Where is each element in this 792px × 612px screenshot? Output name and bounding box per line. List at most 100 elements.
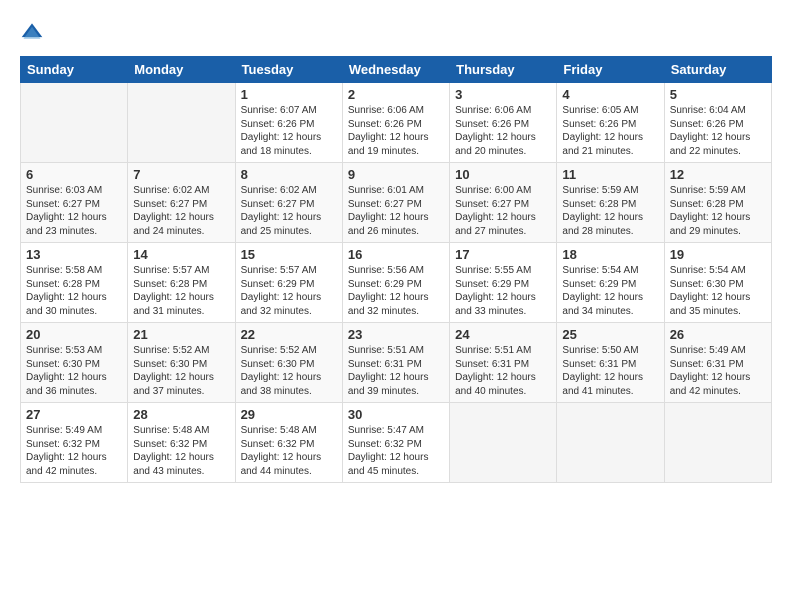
day-info: Sunrise: 5:59 AMSunset: 6:28 PMDaylight:…	[670, 184, 766, 238]
day-info: Sunrise: 6:04 AMSunset: 6:26 PMDaylight:…	[670, 104, 766, 158]
day-cell: 27 Sunrise: 5:49 AMSunset: 6:32 PMDayligh…	[21, 403, 128, 483]
day-cell: 12 Sunrise: 5:59 AMSunset: 6:28 PMDayligh…	[664, 163, 771, 243]
day-cell: 13 Sunrise: 5:58 AMSunset: 6:28 PMDayligh…	[21, 243, 128, 323]
day-info: Sunrise: 6:01 AMSunset: 6:27 PMDaylight:…	[348, 184, 444, 238]
day-cell: 18 Sunrise: 5:54 AMSunset: 6:29 PMDayligh…	[557, 243, 664, 323]
day-cell: 23 Sunrise: 5:51 AMSunset: 6:31 PMDayligh…	[342, 323, 449, 403]
day-number: 28	[133, 407, 229, 422]
day-info: Sunrise: 6:02 AMSunset: 6:27 PMDaylight:…	[133, 184, 229, 238]
day-cell: 2 Sunrise: 6:06 AMSunset: 6:26 PMDaylight…	[342, 83, 449, 163]
day-number: 17	[455, 247, 551, 262]
day-number: 9	[348, 167, 444, 182]
day-info: Sunrise: 5:49 AMSunset: 6:31 PMDaylight:…	[670, 344, 766, 398]
day-cell: 7 Sunrise: 6:02 AMSunset: 6:27 PMDaylight…	[128, 163, 235, 243]
day-number: 20	[26, 327, 122, 342]
col-header-monday: Monday	[128, 57, 235, 83]
day-cell: 5 Sunrise: 6:04 AMSunset: 6:26 PMDaylight…	[664, 83, 771, 163]
header	[20, 20, 772, 44]
day-number: 27	[26, 407, 122, 422]
day-number: 23	[348, 327, 444, 342]
day-info: Sunrise: 6:06 AMSunset: 6:26 PMDaylight:…	[348, 104, 444, 158]
day-cell: 6 Sunrise: 6:03 AMSunset: 6:27 PMDaylight…	[21, 163, 128, 243]
col-header-tuesday: Tuesday	[235, 57, 342, 83]
day-cell: 24Sunrise: 5:51 AMSunset: 6:31 PMDayligh…	[450, 323, 557, 403]
day-info: Sunrise: 5:51 AMSunset: 6:31 PMDaylight:…	[348, 344, 444, 398]
day-number: 25	[562, 327, 658, 342]
day-info: Sunrise: 5:57 AMSunset: 6:28 PMDaylight:…	[133, 264, 229, 318]
day-cell: 10Sunrise: 6:00 AMSunset: 6:27 PMDayligh…	[450, 163, 557, 243]
day-number: 14	[133, 247, 229, 262]
day-cell: 19 Sunrise: 5:54 AMSunset: 6:30 PMDayligh…	[664, 243, 771, 323]
col-header-thursday: Thursday	[450, 57, 557, 83]
day-info: Sunrise: 5:51 AMSunset: 6:31 PMDaylight:…	[455, 344, 551, 398]
day-info: Sunrise: 5:47 AMSunset: 6:32 PMDaylight:…	[348, 424, 444, 478]
day-number: 13	[26, 247, 122, 262]
day-number: 4	[562, 87, 658, 102]
col-header-sunday: Sunday	[21, 57, 128, 83]
day-cell: 22 Sunrise: 5:52 AMSunset: 6:30 PMDayligh…	[235, 323, 342, 403]
day-cell: 14 Sunrise: 5:57 AMSunset: 6:28 PMDayligh…	[128, 243, 235, 323]
day-info: Sunrise: 5:56 AMSunset: 6:29 PMDaylight:…	[348, 264, 444, 318]
day-info: Sunrise: 5:48 AMSunset: 6:32 PMDaylight:…	[133, 424, 229, 478]
day-number: 8	[241, 167, 337, 182]
day-info: Sunrise: 5:49 AMSunset: 6:32 PMDaylight:…	[26, 424, 122, 478]
day-number: 22	[241, 327, 337, 342]
day-info: Sunrise: 5:54 AMSunset: 6:29 PMDaylight:…	[562, 264, 658, 318]
week-row-4: 20 Sunrise: 5:53 AMSunset: 6:30 PMDayligh…	[21, 323, 772, 403]
day-number: 1	[241, 87, 337, 102]
day-cell: 11 Sunrise: 5:59 AMSunset: 6:28 PMDayligh…	[557, 163, 664, 243]
day-cell: 26 Sunrise: 5:49 AMSunset: 6:31 PMDayligh…	[664, 323, 771, 403]
day-info: Sunrise: 5:59 AMSunset: 6:28 PMDaylight:…	[562, 184, 658, 238]
day-info: Sunrise: 5:55 AMSunset: 6:29 PMDaylight:…	[455, 264, 551, 318]
day-info: Sunrise: 5:52 AMSunset: 6:30 PMDaylight:…	[241, 344, 337, 398]
logo	[20, 20, 48, 44]
day-number: 12	[670, 167, 766, 182]
day-info: Sunrise: 6:00 AMSunset: 6:27 PMDaylight:…	[455, 184, 551, 238]
day-number: 19	[670, 247, 766, 262]
week-row-1: 1Sunrise: 6:07 AMSunset: 6:26 PMDaylight…	[21, 83, 772, 163]
day-cell	[450, 403, 557, 483]
day-cell: 21Sunrise: 5:52 AMSunset: 6:30 PMDayligh…	[128, 323, 235, 403]
day-cell	[664, 403, 771, 483]
day-number: 7	[133, 167, 229, 182]
day-number: 2	[348, 87, 444, 102]
day-cell: 15 Sunrise: 5:57 AMSunset: 6:29 PMDayligh…	[235, 243, 342, 323]
day-cell: 3Sunrise: 6:06 AMSunset: 6:26 PMDaylight…	[450, 83, 557, 163]
day-number: 16	[348, 247, 444, 262]
day-number: 11	[562, 167, 658, 182]
week-row-2: 6 Sunrise: 6:03 AMSunset: 6:27 PMDaylight…	[21, 163, 772, 243]
day-cell: 8 Sunrise: 6:02 AMSunset: 6:27 PMDaylight…	[235, 163, 342, 243]
day-info: Sunrise: 5:57 AMSunset: 6:29 PMDaylight:…	[241, 264, 337, 318]
week-row-5: 27 Sunrise: 5:49 AMSunset: 6:32 PMDayligh…	[21, 403, 772, 483]
day-info: Sunrise: 6:06 AMSunset: 6:26 PMDaylight:…	[455, 104, 551, 158]
col-header-friday: Friday	[557, 57, 664, 83]
day-number: 26	[670, 327, 766, 342]
day-cell: 29 Sunrise: 5:48 AMSunset: 6:32 PMDayligh…	[235, 403, 342, 483]
day-info: Sunrise: 5:54 AMSunset: 6:30 PMDaylight:…	[670, 264, 766, 318]
day-number: 30	[348, 407, 444, 422]
day-info: Sunrise: 5:58 AMSunset: 6:28 PMDaylight:…	[26, 264, 122, 318]
day-cell: 9 Sunrise: 6:01 AMSunset: 6:27 PMDaylight…	[342, 163, 449, 243]
day-cell: 1Sunrise: 6:07 AMSunset: 6:26 PMDaylight…	[235, 83, 342, 163]
logo-icon	[20, 20, 44, 44]
day-info: Sunrise: 5:53 AMSunset: 6:30 PMDaylight:…	[26, 344, 122, 398]
day-cell: 20 Sunrise: 5:53 AMSunset: 6:30 PMDayligh…	[21, 323, 128, 403]
day-number: 18	[562, 247, 658, 262]
day-number: 6	[26, 167, 122, 182]
day-info: Sunrise: 6:05 AMSunset: 6:26 PMDaylight:…	[562, 104, 658, 158]
day-number: 15	[241, 247, 337, 262]
day-cell: 4 Sunrise: 6:05 AMSunset: 6:26 PMDaylight…	[557, 83, 664, 163]
week-row-3: 13 Sunrise: 5:58 AMSunset: 6:28 PMDayligh…	[21, 243, 772, 323]
day-info: Sunrise: 6:02 AMSunset: 6:27 PMDaylight:…	[241, 184, 337, 238]
day-cell	[128, 83, 235, 163]
col-header-saturday: Saturday	[664, 57, 771, 83]
day-info: Sunrise: 5:48 AMSunset: 6:32 PMDaylight:…	[241, 424, 337, 478]
day-cell: 30 Sunrise: 5:47 AMSunset: 6:32 PMDayligh…	[342, 403, 449, 483]
day-number: 29	[241, 407, 337, 422]
day-cell	[21, 83, 128, 163]
col-header-wednesday: Wednesday	[342, 57, 449, 83]
day-info: Sunrise: 5:50 AMSunset: 6:31 PMDaylight:…	[562, 344, 658, 398]
day-cell: 16 Sunrise: 5:56 AMSunset: 6:29 PMDayligh…	[342, 243, 449, 323]
day-info: Sunrise: 6:03 AMSunset: 6:27 PMDaylight:…	[26, 184, 122, 238]
day-number: 5	[670, 87, 766, 102]
